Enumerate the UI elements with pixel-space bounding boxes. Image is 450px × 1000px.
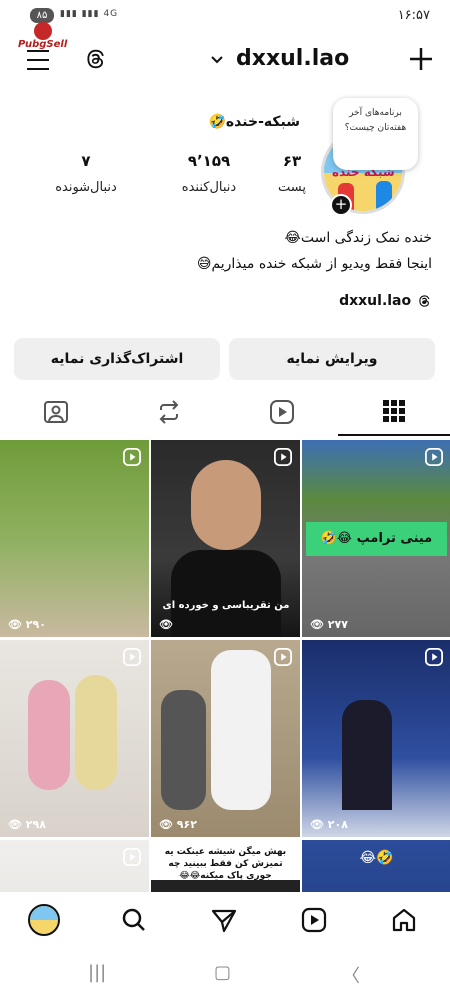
edit-profile-button[interactable]: ویرایش نمایه [229,338,435,380]
display-name: شبکه-خنده🤣 [208,114,300,130]
home-button-icon[interactable]: ▢ [214,962,231,983]
nav-home[interactable] [386,902,422,938]
followers-count[interactable]: ۹٬۱۵۹ دنبال‌کننده [169,152,249,195]
network-type: 4G [103,9,119,19]
clock: ۱۶:۵۷ [397,8,430,23]
reels-icon [270,400,294,424]
view-count: 👁 ۲۹۰ [8,618,46,631]
grid-icon [383,400,405,422]
menu-icon[interactable] [27,50,49,70]
view-count: 👁 ۲۷۷ [310,618,348,631]
post-tile[interactable]: 👁 ۲۰۸ [302,640,450,837]
reel-icon [274,648,292,666]
view-count: 👁 ۹۶۲ [159,818,197,831]
bio-line-1: خنده نمک زندگی است😂 [284,230,433,246]
view-count: 👁 ۲۹۸ [8,818,46,831]
share-profile-button[interactable]: اشتراک‌گذاری نمایه [14,338,220,380]
recent-apps-icon[interactable]: ||| [88,962,106,983]
profile-username[interactable]: dxxul.lao [236,46,349,71]
post-caption: بهش میگن شیشه عینکت یه تمیزش کن فقط ببین… [164,847,287,881]
reposts-icon [159,400,179,424]
system-navigation: ||| ▢ 〈 [0,950,450,1000]
bio-line-2: اینجا فقط ویدیو از شبکه خنده میذاریم😅 [196,256,432,272]
search-icon [122,908,145,931]
post-tile[interactable] [0,840,149,892]
battery-indicator: ۸۵ [30,8,54,23]
signal-icon: ▮▮▮ ▮▮▮ 4G [60,9,119,19]
post-tile[interactable]: 👁 ۲۹۸ [0,640,149,837]
post-caption: 🤣😂 [359,850,394,866]
post-tile[interactable]: 🤣😂 [302,840,450,892]
tagged-icon [44,401,68,423]
post-tile[interactable]: 👁 ۲۹۰ [0,440,149,637]
nav-direct[interactable] [206,902,242,938]
reel-icon [274,448,292,466]
nav-reels[interactable] [296,902,332,938]
reel-icon [123,848,141,866]
tab-grid[interactable] [338,388,450,436]
tab-reposts[interactable] [113,388,225,436]
post-caption: من تقریباسی و خورده ای [162,600,290,611]
view-count: 👁 [159,618,173,631]
top-bar: dxxul.lao [0,40,450,82]
following-count[interactable]: ۷ دنبال‌شونده [46,152,126,195]
nav-profile[interactable] [26,902,62,938]
back-icon[interactable]: 〈 [342,962,360,988]
view-count: 👁 ۲۰۸ [310,818,348,831]
profile-avatar-small [28,904,60,936]
profile-tabs [0,388,450,436]
reel-icon [123,448,141,466]
post-tile[interactable]: بهش میگن شیشه عینکت یه تمیزش کن فقط ببین… [151,840,300,892]
posts-count[interactable]: ۶۳ پست [252,152,332,195]
create-plus-icon[interactable] [408,46,434,72]
threads-small-icon [419,295,430,307]
note-bubble[interactable]: برنامه‌های آخر هفته‌تان چیست؟ [333,98,418,170]
send-icon [211,909,237,933]
threads-icon[interactable] [82,46,108,72]
nav-search[interactable] [116,902,152,938]
reel-icon [425,448,443,466]
threads-link[interactable]: dxxul.lao [339,293,432,309]
home-icon [392,908,416,932]
tab-tagged[interactable] [0,388,112,436]
reels-icon [301,907,327,933]
post-tile[interactable]: 👁 ۹۶۲ [151,640,300,837]
posts-grid: 👁 ۲۹۰ من تقریباسی و خورده ای 👁 مینی ترام… [0,440,450,892]
reel-icon [123,648,141,666]
post-caption: مینی ترامپ 😂🤣 [306,522,447,556]
bottom-navigation [0,892,450,948]
post-tile[interactable]: من تقریباسی و خورده ای 👁 [151,440,300,637]
tab-reels[interactable] [226,388,338,436]
threads-handle: dxxul.lao [339,293,412,309]
post-tile[interactable]: مینی ترامپ 😂🤣 👁 ۲۷۷ [302,440,450,637]
reel-icon [425,648,443,666]
chevron-down-icon[interactable] [210,53,224,67]
add-story-icon[interactable]: + [330,194,352,216]
